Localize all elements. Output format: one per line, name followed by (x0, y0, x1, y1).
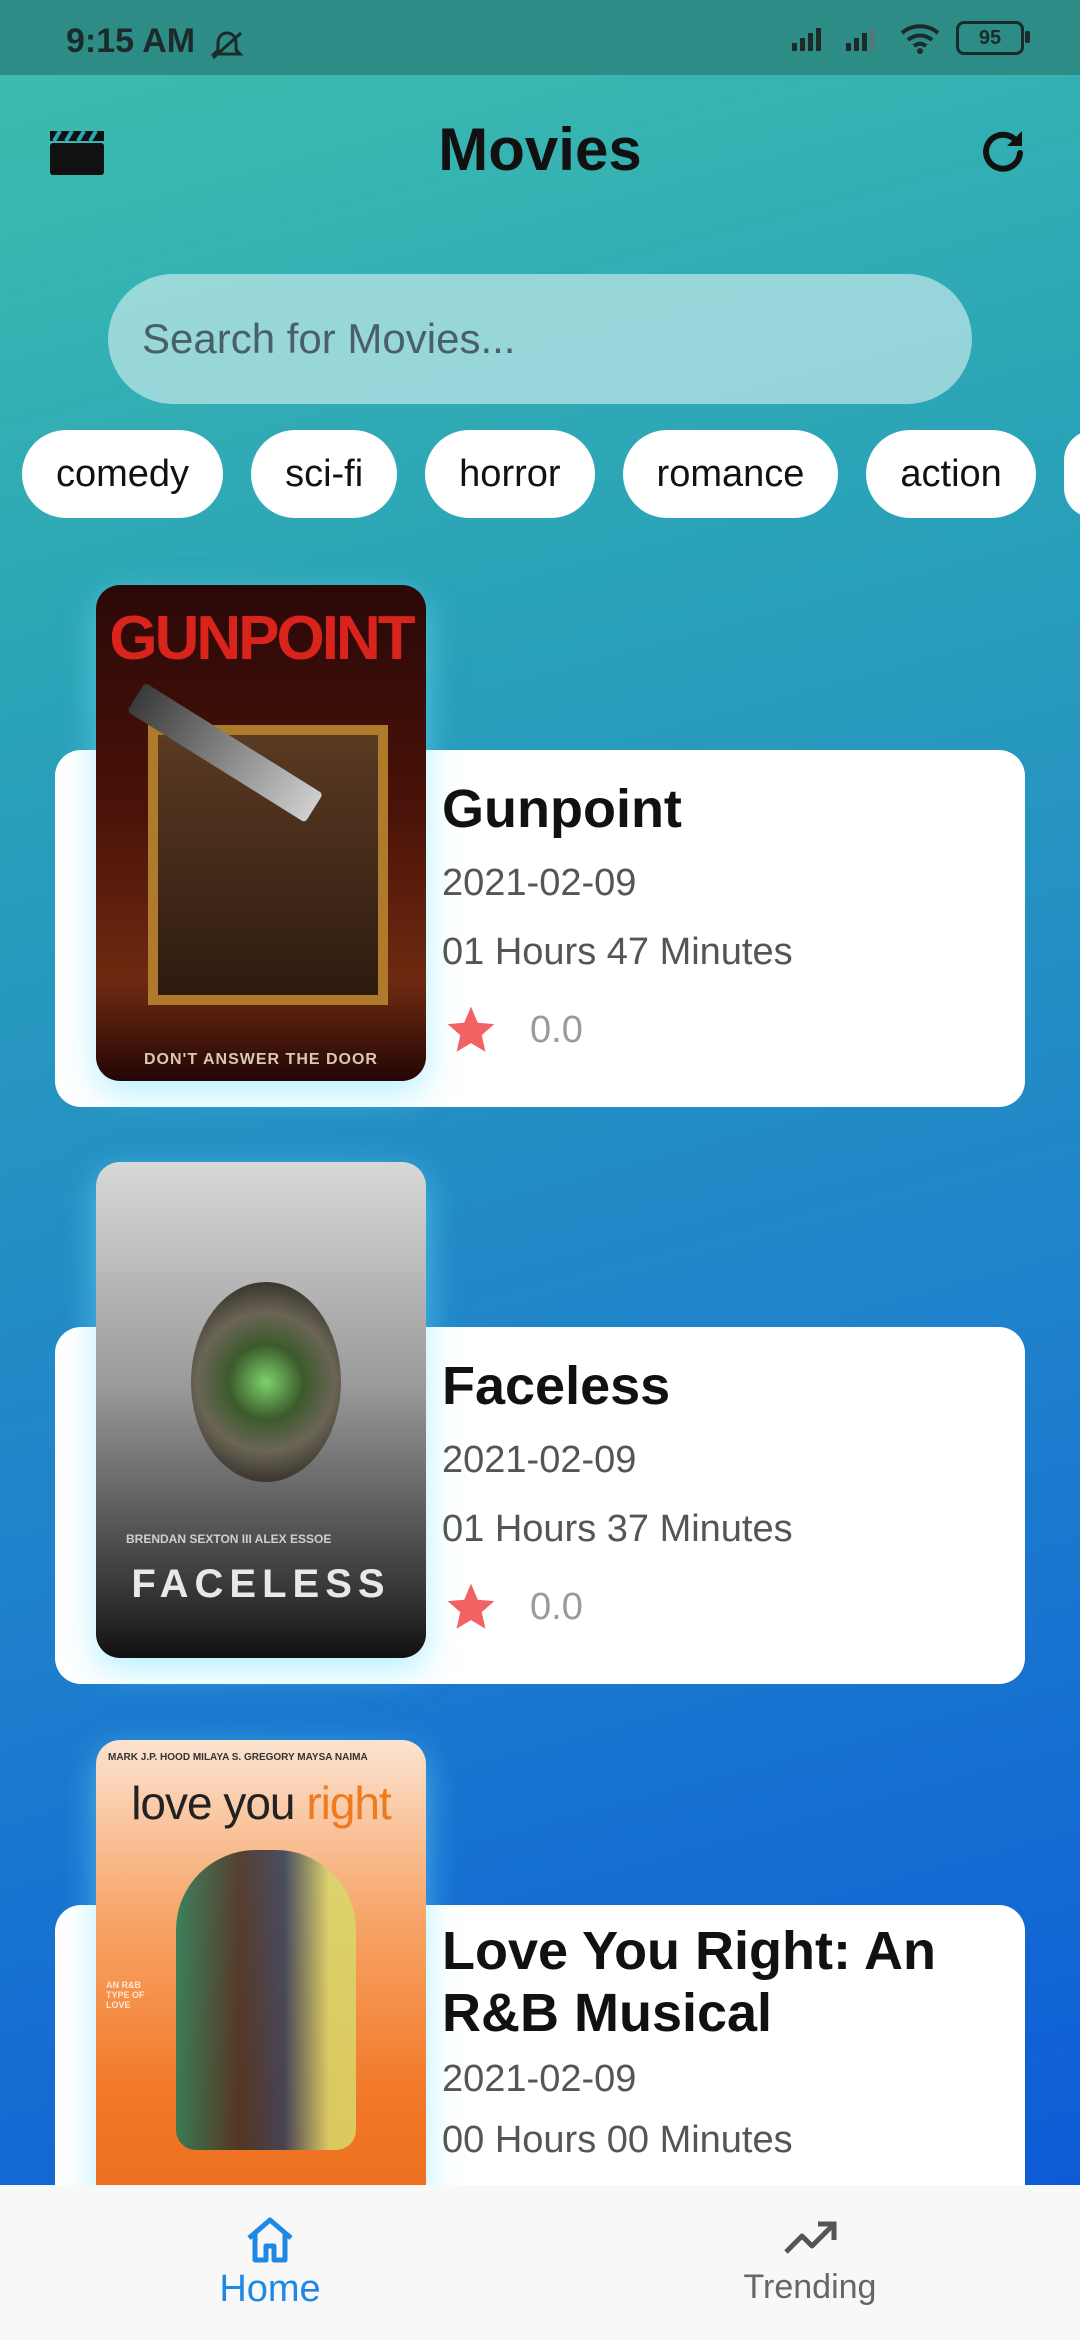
wifi-icon (900, 24, 940, 54)
status-time: 9:15 AM (66, 22, 196, 60)
trending-up-icon (784, 2221, 837, 2254)
chip-romance[interactable]: romance (622, 430, 839, 518)
poster-tagline: DON'T ANSWER THE DOOR (144, 1051, 378, 1068)
movie-title: Love You Right: An R&B Musical (442, 1921, 936, 2043)
chip-next-partial[interactable] (1063, 430, 1080, 518)
poster-credits: MARK J.P. HOOD MILAYA S. GREGORY MAYSA N… (108, 1752, 368, 1763)
status-bar: 9:15 AM 95 (0, 0, 1080, 75)
nav-home[interactable]: Home (0, 2185, 540, 2340)
movie-rating: 0.0 (442, 1002, 793, 1058)
movie-release-date: 2021-02-09 (442, 1439, 637, 1481)
movie-info: Love You Right: An R&B Musical 2021-02-0… (442, 1920, 942, 2162)
poster-title: FACELESS (131, 1562, 391, 1606)
chip-horror[interactable]: horror (425, 430, 595, 518)
poster-tagline: AN R&B TYPE OF LOVE (106, 1980, 145, 2010)
movie-release-date: 2021-02-09 (442, 2058, 637, 2100)
battery-indicator: 95 (956, 21, 1030, 55)
search-placeholder: Search for Movies... (142, 315, 516, 362)
poster-title: love you right (96, 1776, 426, 1830)
nav-trending-label: Trending (743, 2268, 877, 2306)
movie-duration: 01 Hours 47 Minutes (442, 931, 793, 973)
movie-info: Gunpoint 2021-02-09 01 Hours 47 Minutes … (442, 778, 793, 1058)
poster-title-part-a: love you (131, 1777, 307, 1829)
movie-poster[interactable]: GUNPOINT DON'T ANSWER THE DOOR (96, 585, 426, 1081)
star-icon (447, 1583, 495, 1629)
movies-screen: 9:15 AM 95 Movies Search for Movies... c… (0, 0, 1080, 2340)
nav-home-label: Home (219, 2268, 321, 2310)
movie-poster[interactable]: MARK J.P. HOOD MILAYA S. GREGORY MAYSA N… (96, 1740, 426, 2236)
home-icon (247, 2217, 293, 2263)
rating-value: 0.0 (530, 1008, 583, 1051)
chip-sci-fi[interactable]: sci-fi (251, 430, 398, 518)
mute-icon (210, 31, 244, 60)
poster-face-hole (191, 1282, 341, 1482)
rating-value: 0.0 (530, 1585, 583, 1628)
page-title: Movies (438, 116, 642, 183)
movie-title: Faceless (442, 1356, 671, 1416)
poster-title: GUNPOINT (109, 604, 415, 673)
poster-title-part-b: right (306, 1777, 391, 1829)
category-chips: comedy sci-fi horror romance action (22, 430, 1080, 520)
search-input[interactable]: Search for Movies... (108, 274, 972, 404)
poster-people (176, 1850, 356, 2150)
star-icon (447, 1006, 495, 1052)
movie-duration: 00 Hours 00 Minutes (442, 2119, 793, 2161)
app-bar: Movies (0, 75, 1080, 230)
movie-poster[interactable]: BRENDAN SEXTON III ALEX ESSOE FACELESS (96, 1162, 426, 1658)
movie-title: Gunpoint (442, 779, 682, 839)
nav-trending[interactable]: Trending (540, 2185, 1080, 2340)
signal-icon (792, 28, 821, 51)
signal-2-icon (846, 28, 875, 51)
bottom-navigation: Home Trending (0, 2185, 1080, 2340)
chip-comedy[interactable]: comedy (22, 430, 224, 518)
movie-info: Faceless 2021-02-09 01 Hours 37 Minutes … (442, 1355, 793, 1635)
status-icons: 95 (790, 18, 1030, 58)
chip-action[interactable]: action (866, 430, 1036, 518)
poster-credits: BRENDAN SEXTON III ALEX ESSOE (126, 1532, 332, 1546)
movie-duration: 01 Hours 37 Minutes (442, 1508, 793, 1550)
movie-rating: 0.0 (442, 1579, 793, 1635)
movie-release-date: 2021-02-09 (442, 862, 637, 904)
refresh-icon[interactable] (978, 127, 1028, 177)
